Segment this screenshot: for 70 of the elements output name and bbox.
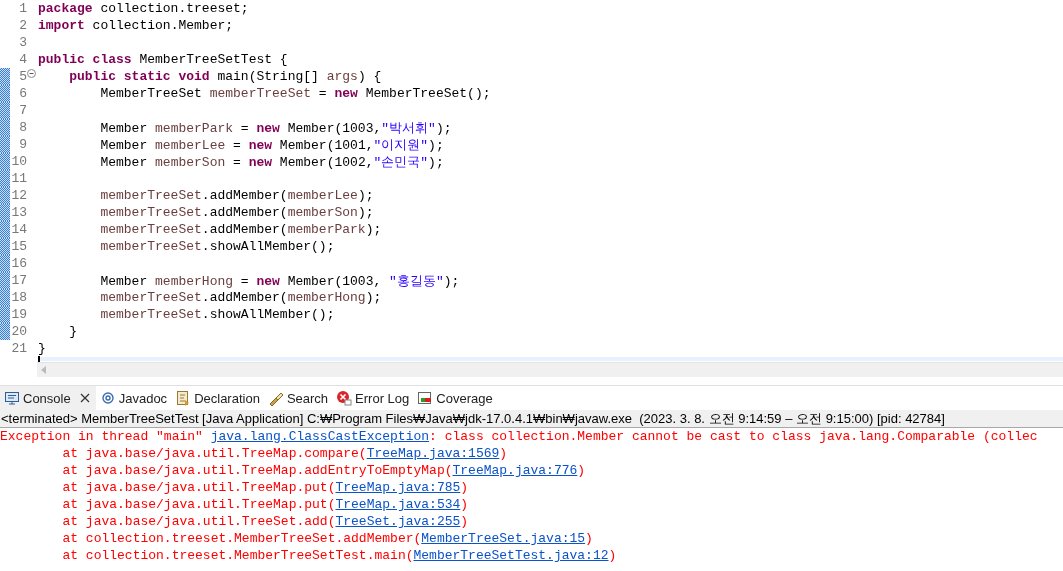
code-line: memberTreeSet.addMember(memberHong); — [99, 290, 382, 305]
collapse-icon[interactable] — [27, 69, 36, 78]
code-line: public class MemberTreeSetTest { — [38, 52, 288, 67]
console-line: at java.base/java.util.TreeSet.add(TreeSet.java:255) — [61, 513, 470, 530]
text-cursor — [38, 356, 40, 362]
flashlight-icon — [267, 390, 284, 406]
view-tab[interactable]: Error Log — [332, 386, 414, 410]
line-number: 8 — [18, 120, 27, 135]
scroll-left-icon — [40, 365, 47, 375]
code-line: memberTreeSet.showAllMember(); — [99, 307, 335, 322]
code-line: memberTreeSet.addMember(memberSon); — [99, 205, 374, 220]
code-line: Member memberPark = new Member(1003,"박서휘"); — [99, 119, 452, 137]
view-tab[interactable]: Search — [263, 386, 333, 410]
console-line: at collection.treeset.MemberTreeSetTest.main(MemberTreeSetTest.java:12) — [61, 547, 618, 564]
line-number: 12 — [10, 188, 27, 203]
code-line: Member memberHong = new Member(1003, "홍길동"); — [99, 272, 460, 290]
line-number: 9 — [18, 137, 27, 152]
console-line: Exception in thread "main" java.lang.ClassCastException: class collection.Member cannot be cast to class java.lang.Comparable (collec — [0, 428, 1039, 445]
line-number: 11 — [10, 171, 27, 186]
code-line: } — [38, 341, 46, 356]
line-number: 10 — [10, 154, 27, 169]
console-icon — [4, 390, 20, 406]
stack-trace-link[interactable]: MemberTreeSetTest.java:12 — [413, 548, 609, 563]
console-line: at collection.treeset.MemberTreeSet.addMember(MemberTreeSet.java:15) — [61, 530, 594, 547]
line-number: 21 — [10, 341, 27, 356]
console-line: at java.base/java.util.TreeMap.put(TreeMap.java:785) — [61, 479, 470, 496]
code-line: public static void main(String[] args) { — [68, 69, 382, 84]
coverage-icon — [417, 390, 434, 406]
view-tab[interactable]: Declaration — [171, 386, 264, 410]
line-number: 14 — [10, 222, 27, 237]
console-line: at java.base/java.util.TreeMap.compare(TreeMap.java:1569) — [61, 445, 509, 462]
code-line: Member memberSon = new Member(1002,"손민국"); — [99, 153, 444, 171]
view-tab[interactable]: Coverage — [413, 386, 497, 410]
line-number: 20 — [10, 324, 27, 339]
line-number: 17 — [10, 273, 27, 288]
stack-trace-link[interactable]: TreeMap.java:785 — [335, 480, 461, 495]
code-line: import collection.Member; — [38, 18, 234, 33]
at-sign-icon — [99, 390, 116, 406]
view-tab[interactable]: Javadoc — [95, 386, 172, 410]
line-number: 2 — [18, 18, 27, 33]
code-line: Member memberLee = new Member(1001,"이지원"); — [99, 136, 444, 154]
console-line: at java.base/java.util.TreeMap.addEntryToEmptyMap(TreeMap.java:776) — [61, 462, 587, 479]
line-number: 6 — [18, 86, 27, 101]
stack-trace-link[interactable]: MemberTreeSet.java:15 — [421, 531, 586, 546]
line-number: 7 — [18, 103, 27, 118]
line-number: 3 — [18, 35, 27, 50]
stack-trace-link[interactable]: java.lang.ClassCastException — [210, 429, 430, 444]
stack-trace-link[interactable]: TreeMap.java:534 — [335, 497, 461, 512]
view-tab[interactable]: Console — [0, 386, 96, 410]
line-number: 19 — [10, 307, 27, 322]
line-number: 1 — [18, 1, 27, 16]
error-icon — [336, 390, 353, 406]
line-number: 5 — [10, 69, 27, 84]
line-number: 15 — [10, 239, 27, 254]
code-line: } — [68, 324, 77, 339]
code-line: MemberTreeSet memberTreeSet = new MemberTreeSet(); — [99, 86, 491, 101]
code-line: memberTreeSet.showAllMember(); — [99, 239, 335, 254]
console-line: at java.base/java.util.TreeMap.put(TreeMap.java:534) — [61, 496, 470, 513]
stack-trace-link[interactable]: TreeSet.java:255 — [335, 514, 461, 529]
code-line: memberTreeSet.addMember(memberLee); — [99, 188, 374, 203]
line-number: 18 — [10, 290, 27, 305]
line-number: 16 — [10, 256, 27, 271]
code-line: package collection.treeset; — [38, 1, 249, 16]
process-status: <terminated> MemberTreeSetTest [Java Application] C:₩Program Files₩Java₩jdk-17.0.4.1₩bin₩javaw.exe (2023. 3. 8. 오전 9:14:59 – 오전 9:15:00) [pid: 42784] — [0, 410, 1063, 428]
stack-trace-link[interactable]: TreeMap.java:1569 — [366, 446, 500, 461]
line-number: 13 — [10, 205, 27, 220]
line-number: 4 — [18, 52, 27, 67]
close-icon[interactable] — [79, 393, 90, 403]
stack-trace-link[interactable]: TreeMap.java:776 — [452, 463, 578, 478]
code-line: memberTreeSet.addMember(memberPark); — [99, 222, 382, 237]
